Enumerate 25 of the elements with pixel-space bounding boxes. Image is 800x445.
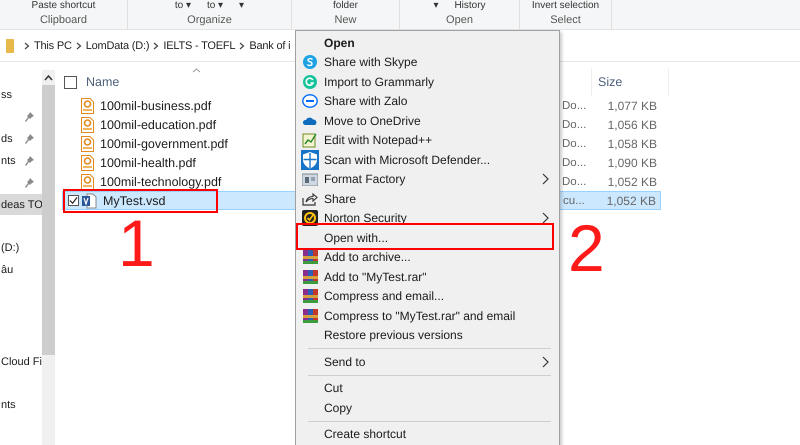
ribbon-group-label: Clipboard [40, 13, 88, 28]
step-number: 2 [568, 213, 605, 283]
ribbon-group-label: Open [446, 13, 473, 28]
file-size: 1,052 KB [606, 194, 656, 208]
file-name: 100mil-business.pdf [100, 98, 212, 112]
file-name: 100mil-government.pdf [100, 136, 228, 150]
file-name: 100mil-technology.pdf [100, 174, 222, 188]
file-size: 1,090 KB [608, 156, 657, 170]
file-name: 100mil-health.pdf [100, 156, 196, 170]
file-type: Do... [562, 138, 586, 150]
ribbon-group-label: New [334, 13, 356, 28]
file-type: Do... [562, 100, 586, 112]
file-size: 1,056 KB [608, 118, 657, 132]
file-size: 1,058 KB [608, 136, 657, 150]
ribbon-group-label: Organize [187, 13, 232, 28]
file-type: Do... [562, 176, 586, 188]
step-number: 1 [118, 208, 155, 278]
file-name: MyTest.vsd [103, 194, 166, 208]
ribbon-group-label: Select [550, 13, 581, 28]
file-name: 100mil-education.pdf [100, 118, 216, 132]
file-type: cu... [563, 194, 585, 206]
file-type: Do... [562, 118, 586, 130]
file-type: Do... [562, 156, 586, 168]
file-size: 1,052 KB [608, 174, 657, 188]
file-size: 1,077 KB [608, 98, 657, 112]
